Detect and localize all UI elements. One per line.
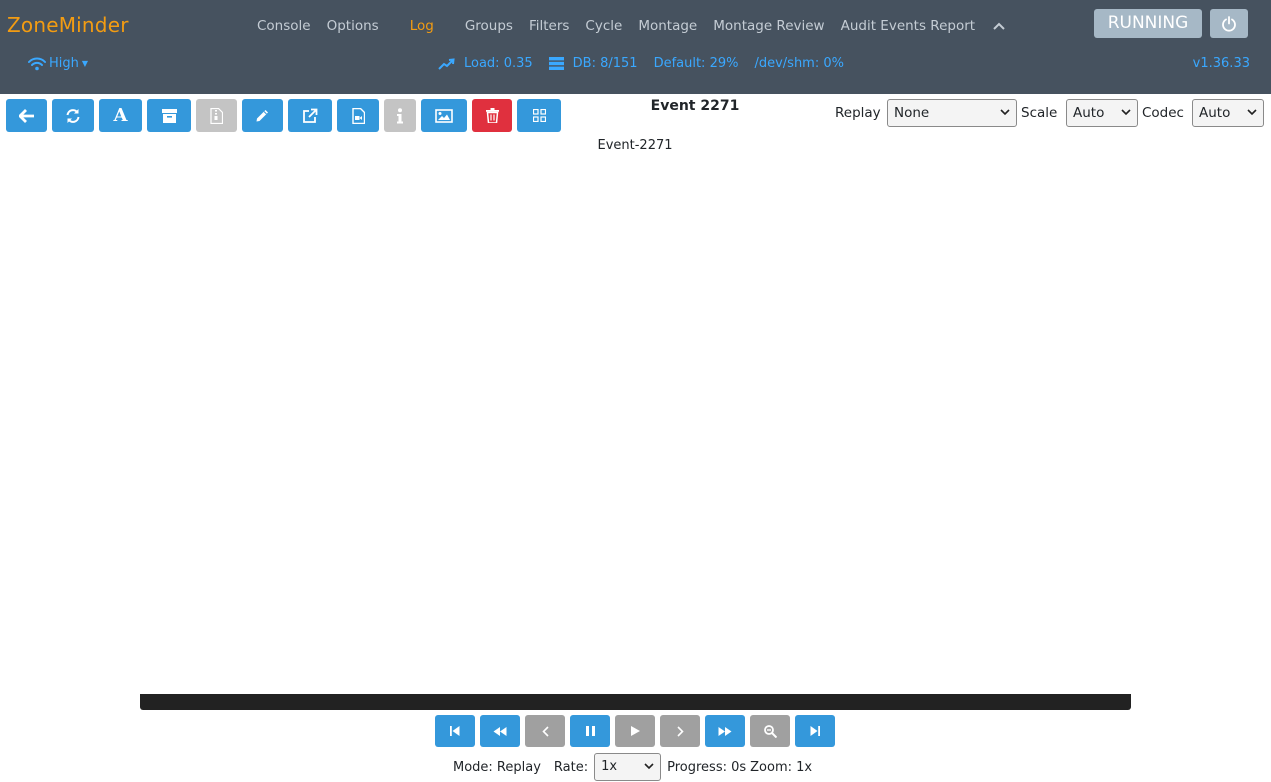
nav-item-options[interactable]: Options xyxy=(319,17,387,35)
caret-down-icon: ▼ xyxy=(81,58,89,68)
file-archive-icon xyxy=(210,107,223,124)
power-button[interactable] xyxy=(1210,9,1248,38)
edit-button[interactable] xyxy=(242,99,283,132)
chart-line-icon xyxy=(438,57,455,70)
refresh-icon xyxy=(66,108,80,123)
rate-label: Rate: xyxy=(553,759,589,775)
bandwidth-dropdown[interactable]: High ▼ xyxy=(28,56,88,71)
info-button[interactable] xyxy=(384,99,416,132)
video-player[interactable] xyxy=(140,160,1131,690)
info-icon xyxy=(397,107,403,123)
top-navbar: ZoneMinder Console Options Log Groups Fi… xyxy=(0,0,1271,94)
frames-button[interactable] xyxy=(421,99,467,132)
db-stat[interactable]: DB: 8/151 xyxy=(548,56,638,71)
step-backward-icon xyxy=(450,726,460,736)
nav-collapse-button[interactable] xyxy=(987,17,1011,35)
chevron-left-icon xyxy=(541,725,549,737)
progress-text: Progress: 0s xyxy=(667,759,747,775)
chevron-up-icon xyxy=(993,22,1005,30)
chevron-down-icon xyxy=(1247,109,1257,116)
external-link-icon xyxy=(303,108,318,123)
step-fwd-button[interactable] xyxy=(660,715,700,747)
brand-logo[interactable]: ZoneMinder xyxy=(7,13,129,37)
chevron-down-icon xyxy=(1121,109,1131,116)
fast-fwd-button[interactable] xyxy=(705,715,745,747)
nav-item-groups[interactable]: Groups xyxy=(457,17,521,35)
codec-label: Codec xyxy=(1142,105,1184,121)
scale-label: Scale xyxy=(1021,105,1058,121)
chevron-right-icon xyxy=(676,725,684,737)
play-button[interactable] xyxy=(615,715,655,747)
refresh-button[interactable] xyxy=(52,99,94,132)
archive-icon xyxy=(161,108,177,123)
nav-item-cycle[interactable]: Cycle xyxy=(577,17,630,35)
zoom-out-icon xyxy=(763,724,777,738)
event-name: Event-2271 xyxy=(597,138,673,153)
rate-select-value: 1x xyxy=(601,759,618,774)
codec-select[interactable]: Auto xyxy=(1192,99,1264,127)
zoom-text: Zoom: 1x xyxy=(750,759,813,775)
nav-item-log[interactable]: Log xyxy=(387,17,457,35)
trash-icon xyxy=(485,108,499,123)
unarchive-button[interactable] xyxy=(196,99,237,132)
default-storage-stat[interactable]: Default: 29% xyxy=(654,56,739,71)
playback-status: Mode: Replay Rate: 1x Progress: 0s Zoom:… xyxy=(453,753,812,781)
bandwidth-label: High xyxy=(49,56,79,71)
shm-stat[interactable]: /dev/shm: 0% xyxy=(754,56,844,71)
fast-rev-button[interactable] xyxy=(480,715,520,747)
version-label[interactable]: v1.36.33 xyxy=(1193,56,1250,71)
pause-button[interactable] xyxy=(570,715,610,747)
fast-forward-icon xyxy=(718,726,732,736)
export-button[interactable] xyxy=(288,99,332,132)
rename-button[interactable]: A xyxy=(99,99,142,132)
fast-rewind-icon xyxy=(493,726,507,736)
chevron-down-icon xyxy=(1000,109,1010,116)
delete-button[interactable] xyxy=(472,99,512,132)
grid-icon xyxy=(532,109,546,122)
arrow-left-icon xyxy=(18,108,34,123)
back-button[interactable] xyxy=(6,99,47,132)
next-event-button[interactable] xyxy=(795,715,835,747)
archive-button[interactable] xyxy=(147,99,191,132)
stats-button[interactable] xyxy=(517,99,561,132)
nav-item-console[interactable]: Console xyxy=(249,17,319,35)
db-value: DB: 8/151 xyxy=(572,56,638,71)
progress-bar[interactable] xyxy=(140,694,1131,710)
scale-select-value: Auto xyxy=(1073,105,1105,121)
system-stats: Load: 0.35 DB: 8/151 Default: 29% /dev/s… xyxy=(438,56,860,71)
step-rev-button[interactable] xyxy=(525,715,565,747)
database-icon xyxy=(548,57,564,70)
event-title: Event 2271 xyxy=(650,98,740,114)
scale-select[interactable]: Auto xyxy=(1066,99,1138,127)
zoom-out-button[interactable] xyxy=(750,715,790,747)
nav-item-audit-events-report[interactable]: Audit Events Report xyxy=(833,17,983,35)
power-icon xyxy=(1222,15,1236,32)
image-icon xyxy=(435,108,453,123)
replay-label: Replay xyxy=(835,105,881,121)
pencil-icon xyxy=(256,110,268,122)
load-value: Load: 0.35 xyxy=(464,56,533,71)
nav-item-filters[interactable]: Filters xyxy=(521,17,577,35)
font-icon: A xyxy=(113,104,128,126)
main-nav: Console Options Log Groups Filters Cycle… xyxy=(249,17,1011,35)
download-video-button[interactable] xyxy=(337,99,379,132)
play-icon xyxy=(630,726,640,736)
running-state-button[interactable]: RUNNING xyxy=(1094,9,1202,38)
chevron-down-icon xyxy=(644,763,654,770)
step-forward-icon xyxy=(810,726,820,736)
playback-controls xyxy=(435,715,840,747)
codec-select-value: Auto xyxy=(1199,105,1231,121)
event-toolbar: A xyxy=(6,99,566,132)
wifi-icon xyxy=(28,57,46,70)
nav-item-montage-review[interactable]: Montage Review xyxy=(705,17,832,35)
nav-item-montage[interactable]: Montage xyxy=(630,17,705,35)
load-stat: Load: 0.35 xyxy=(438,56,533,71)
replay-select-value: None xyxy=(894,105,930,121)
prev-event-button[interactable] xyxy=(435,715,475,747)
replay-select[interactable]: None xyxy=(887,99,1017,127)
mode-text: Mode: Replay xyxy=(453,759,541,775)
rate-select[interactable]: 1x xyxy=(594,753,662,781)
pause-icon xyxy=(585,726,595,736)
file-video-icon xyxy=(351,107,365,124)
